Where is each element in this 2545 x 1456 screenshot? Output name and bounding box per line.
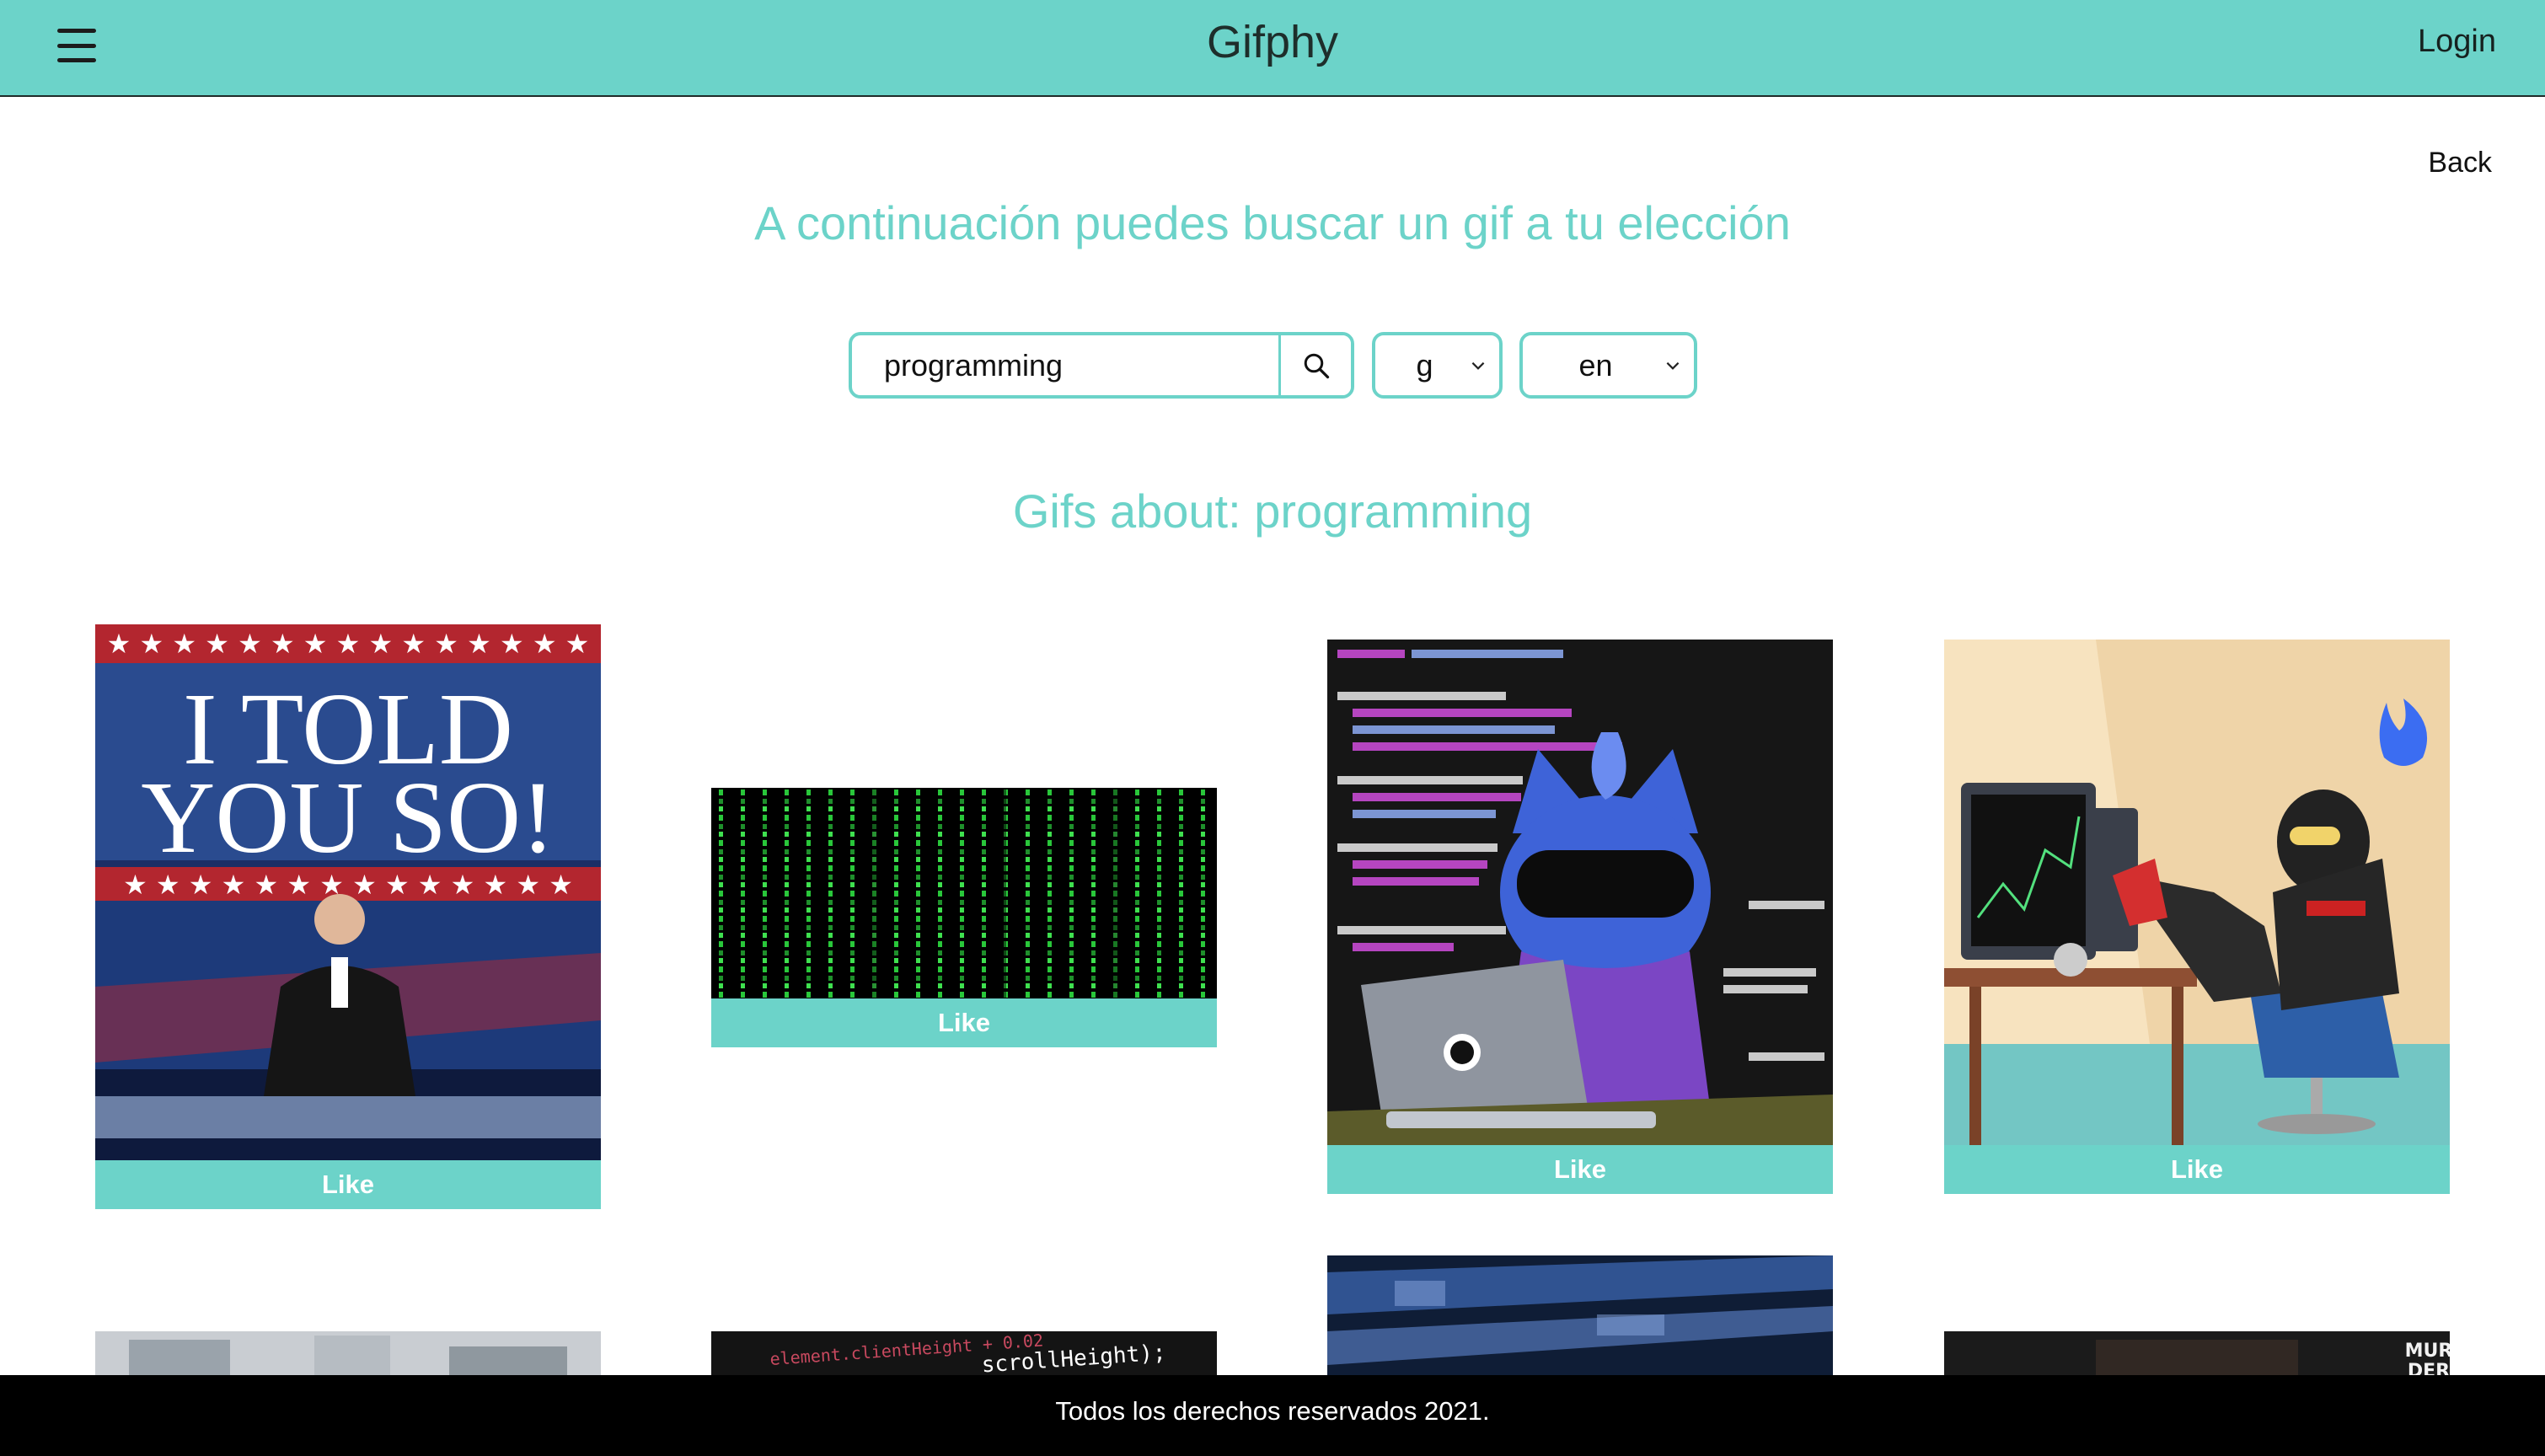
gif-card xyxy=(95,1331,601,1382)
svg-text:★ ★ ★ ★ ★ ★ ★ ★ ★ ★ ★ ★ ★ ★ ★: ★ ★ ★ ★ ★ ★ ★ ★ ★ ★ ★ ★ ★ ★ ★ xyxy=(107,628,590,660)
search-form xyxy=(849,332,1354,399)
like-button[interactable]: Like xyxy=(1944,1145,2450,1194)
chevron-down-icon xyxy=(1471,361,1485,370)
gif-card xyxy=(1327,1255,1833,1375)
like-button[interactable]: Like xyxy=(711,998,1217,1047)
search-input[interactable] xyxy=(852,335,1278,395)
gif-card: Like xyxy=(711,788,1217,1047)
page-headline: A continuación puedes buscar un gif a tu… xyxy=(754,196,1791,249)
rating-select-value: g xyxy=(1416,348,1433,383)
gif-partial-code: element.clientHeight + 0.02 scrollHeight… xyxy=(711,1331,1217,1382)
footer-text: Todos los derechos reservados 2021. xyxy=(1055,1396,1490,1426)
gif-text-line2: YOU SO! xyxy=(141,761,555,875)
logo-text: MUR xyxy=(2405,1341,2450,1362)
search-icon xyxy=(1304,353,1329,378)
gif-partial-blue-tech xyxy=(1327,1255,1833,1375)
rating-select[interactable]: g xyxy=(1372,332,1503,399)
login-link[interactable]: Login xyxy=(2418,24,2496,60)
gif-card: ★ ★ ★ ★ ★ ★ ★ ★ ★ ★ ★ ★ ★ ★ ★ I TOLD YOU… xyxy=(95,624,601,1209)
hamburger-menu-icon[interactable] xyxy=(57,29,96,62)
language-select[interactable]: en xyxy=(1519,332,1697,399)
gif-partial-logo: MUR DER xyxy=(1944,1331,2450,1382)
search-button[interactable] xyxy=(1278,335,1351,395)
language-select-value: en xyxy=(1578,348,1613,383)
like-button[interactable]: Like xyxy=(95,1160,601,1209)
back-link[interactable]: Back xyxy=(2428,147,2492,179)
gif-ninja-trader-desk xyxy=(1944,640,2450,1145)
app-title: Gifphy xyxy=(1206,17,1339,67)
footer: Todos los derechos reservados 2021. xyxy=(0,1375,2545,1456)
gif-i-told-you-so: ★ ★ ★ ★ ★ ★ ★ ★ ★ ★ ★ ★ ★ ★ ★ I TOLD YOU… xyxy=(95,624,601,1160)
results-heading: Gifs about: programming xyxy=(1012,484,1533,538)
top-navbar: Gifphy Login xyxy=(0,0,2545,97)
chevron-down-icon xyxy=(1666,361,1680,370)
like-button[interactable]: Like xyxy=(1327,1145,1833,1194)
gif-matrix-code xyxy=(711,788,1217,998)
gif-card: MUR DER xyxy=(1944,1331,2450,1382)
gif-card: Like xyxy=(1944,640,2450,1194)
gif-card: Like xyxy=(1327,640,1833,1194)
gif-card: element.clientHeight + 0.02 scrollHeight… xyxy=(711,1331,1217,1382)
gif-partial-city xyxy=(95,1331,601,1382)
gif-code-cat-laptop xyxy=(1327,640,1833,1145)
